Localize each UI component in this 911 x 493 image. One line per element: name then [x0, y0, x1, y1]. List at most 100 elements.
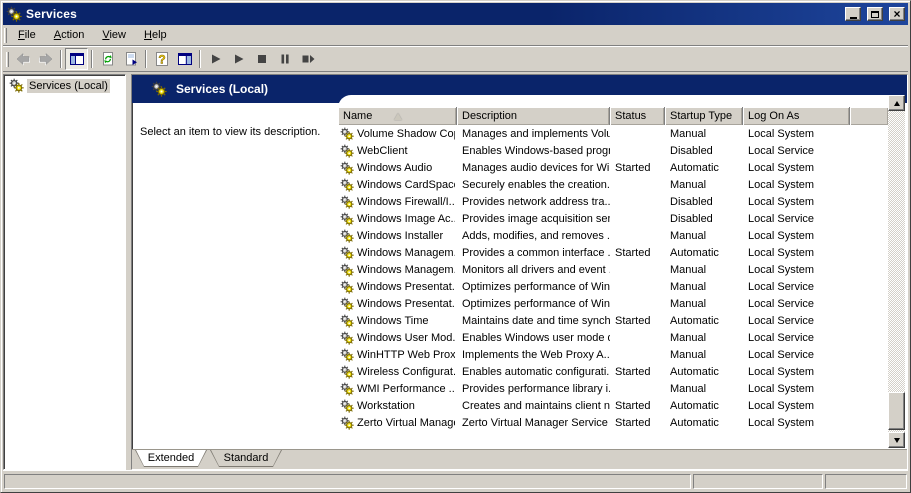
- title-bar[interactable]: Services ×: [3, 3, 908, 25]
- service-logon-cell: Local System: [748, 416, 815, 429]
- tab-extended[interactable]: Extended: [135, 450, 207, 467]
- service-logon-cell: Local Service: [748, 314, 815, 327]
- table-row[interactable]: Zerto Virtual Manager Zerto Virtual Manag…: [338, 414, 888, 431]
- service-name-cell: Wireless Configurat...: [338, 365, 457, 379]
- details-pane: Services (Local) Select an item to view …: [131, 74, 908, 470]
- menu-view[interactable]: View: [93, 26, 135, 44]
- service-startup-type-cell: Automatic: [670, 161, 719, 174]
- menu-help[interactable]: Help: [135, 26, 176, 44]
- column-header-description[interactable]: Description: [457, 107, 610, 125]
- tree-item-services-local[interactable]: Services (Local): [6, 78, 123, 93]
- column-header-log-on-as[interactable]: Log On As: [743, 107, 850, 125]
- service-startup-type-cell: Manual: [670, 280, 707, 293]
- table-row[interactable]: Windows CardSpace Securely enables the cr…: [338, 176, 888, 193]
- table-row[interactable]: Windows Time Maintains date and time sync…: [338, 312, 888, 329]
- service-description-cell: Adds, modifies, and removes ...: [462, 229, 610, 242]
- service-startup-type-cell: Manual: [670, 263, 707, 276]
- table-row[interactable]: Volume Shadow Copy Manages and implements…: [338, 125, 888, 142]
- service-name-cell: Windows Time: [338, 314, 457, 328]
- service-name-cell: Windows Managem...: [338, 246, 457, 260]
- column-header-name[interactable]: Name: [338, 107, 457, 125]
- service-gear-icon: [340, 331, 354, 345]
- table-row[interactable]: Windows Firewall/I... Provides network ad…: [338, 193, 888, 210]
- service-name-cell: Windows Presentat...: [338, 297, 457, 311]
- column-header-status[interactable]: Status: [610, 107, 665, 125]
- pause-service-icon: [277, 51, 293, 67]
- service-logon-cell: Local System: [748, 161, 815, 174]
- menubar-grip[interactable]: [4, 27, 7, 43]
- table-row[interactable]: Windows Installer Adds, modifies, and rem…: [338, 227, 888, 244]
- table-row[interactable]: Windows Image Ac... Provides image acquis…: [338, 210, 888, 227]
- table-row[interactable]: WinHTTP Web Prox... Implements the Web Pr…: [338, 346, 888, 363]
- service-startup-type-cell: Automatic: [670, 399, 719, 412]
- column-header-filler: [850, 107, 888, 125]
- toolbar-resume-service-button[interactable]: [227, 48, 250, 70]
- scrollbar-thumb[interactable]: [888, 392, 905, 430]
- toolbar-restart-service-button[interactable]: [296, 48, 319, 70]
- toolbar-refresh-button[interactable]: [96, 48, 119, 70]
- service-status-cell: Started: [615, 161, 651, 174]
- toolbar-back-arrow-button[interactable]: [11, 48, 34, 70]
- maximize-button[interactable]: [867, 7, 883, 21]
- scroll-down-button[interactable]: [888, 432, 905, 448]
- table-row[interactable]: Windows Presentat... Optimizes performanc…: [338, 295, 888, 312]
- service-name-cell: Windows Managem...: [338, 263, 457, 277]
- service-name-cell: WinHTTP Web Prox...: [338, 348, 457, 362]
- scrollbar-track[interactable]: [888, 111, 905, 432]
- toolbar-grip[interactable]: [6, 51, 9, 67]
- service-logon-cell: Local Service: [748, 280, 815, 293]
- scroll-up-icon: [893, 100, 900, 106]
- resume-service-icon: [231, 51, 247, 67]
- back-arrow-icon: [15, 51, 31, 67]
- table-row[interactable]: Windows Presentat... Optimizes performanc…: [338, 278, 888, 295]
- service-description-cell: Optimizes performance of Win...: [462, 280, 610, 293]
- toolbar-show-hide-action-pane-button[interactable]: [173, 48, 196, 70]
- table-row[interactable]: WebClient Enables Windows-based progr... D…: [338, 142, 888, 159]
- toolbar-stop-service-button[interactable]: [250, 48, 273, 70]
- services-gears-icon: [9, 78, 24, 93]
- menu-bar-items: File Action View Help: [9, 26, 176, 44]
- service-logon-cell: Local System: [748, 382, 815, 395]
- toolbar-forward-arrow-button[interactable]: [34, 48, 57, 70]
- service-gear-icon: [340, 229, 354, 243]
- service-gear-icon: [340, 348, 354, 362]
- service-name: Windows Image Ac...: [357, 212, 455, 225]
- service-name: Windows Presentat...: [357, 297, 455, 310]
- scroll-up-button[interactable]: [888, 95, 905, 111]
- toolbar-start-service-button[interactable]: [204, 48, 227, 70]
- table-row[interactable]: Windows Audio Manages audio devices for W…: [338, 159, 888, 176]
- table-row[interactable]: Windows Managem... Provides a common inte…: [338, 244, 888, 261]
- close-button[interactable]: ×: [889, 7, 905, 21]
- vertical-scrollbar[interactable]: [888, 95, 905, 448]
- table-row[interactable]: Workstation Creates and maintains client …: [338, 397, 888, 414]
- service-description-cell: Provides network address tra...: [462, 195, 610, 208]
- console-tree-panel: Services (Local): [3, 74, 126, 470]
- service-startup-type-cell: Manual: [670, 348, 707, 361]
- window-title: Services: [26, 7, 77, 21]
- minimize-button[interactable]: [845, 7, 861, 21]
- service-status-cell: Started: [615, 416, 651, 429]
- toolbar-buttons: ?: [11, 48, 319, 70]
- service-description-cell: Enables Windows-based progr...: [462, 144, 610, 157]
- toolbar-export-list-button[interactable]: [119, 48, 142, 70]
- service-description-cell: Provides image acquisition ser...: [462, 212, 610, 225]
- menu-file[interactable]: File: [9, 26, 45, 44]
- column-header-label: Name: [343, 110, 373, 122]
- column-header-startup-type[interactable]: Startup Type: [665, 107, 743, 125]
- menu-action[interactable]: Action: [45, 26, 94, 44]
- table-row[interactable]: Windows Managem... Monitors all drivers a…: [338, 261, 888, 278]
- service-gear-icon: [340, 365, 354, 379]
- service-description-cell: Manages and implements Volu...: [462, 127, 610, 140]
- table-row[interactable]: Windows User Mod... Enables Windows user …: [338, 329, 888, 346]
- service-name: Wireless Configurat...: [357, 365, 455, 378]
- table-row[interactable]: WMI Performance ... Provides performance …: [338, 380, 888, 397]
- toolbar-pause-service-button[interactable]: [273, 48, 296, 70]
- service-logon-cell: Local System: [748, 178, 815, 191]
- toolbar-help-button[interactable]: ?: [150, 48, 173, 70]
- toolbar-show-hide-console-tree-button[interactable]: [65, 48, 88, 70]
- tab-standard[interactable]: Standard: [210, 450, 282, 467]
- table-row[interactable]: Wireless Configurat... Enables automatic …: [338, 363, 888, 380]
- menu-bar: File Action View Help: [3, 25, 908, 46]
- service-logon-cell: Local Service: [748, 331, 815, 344]
- service-name-cell: Windows Presentat...: [338, 280, 457, 294]
